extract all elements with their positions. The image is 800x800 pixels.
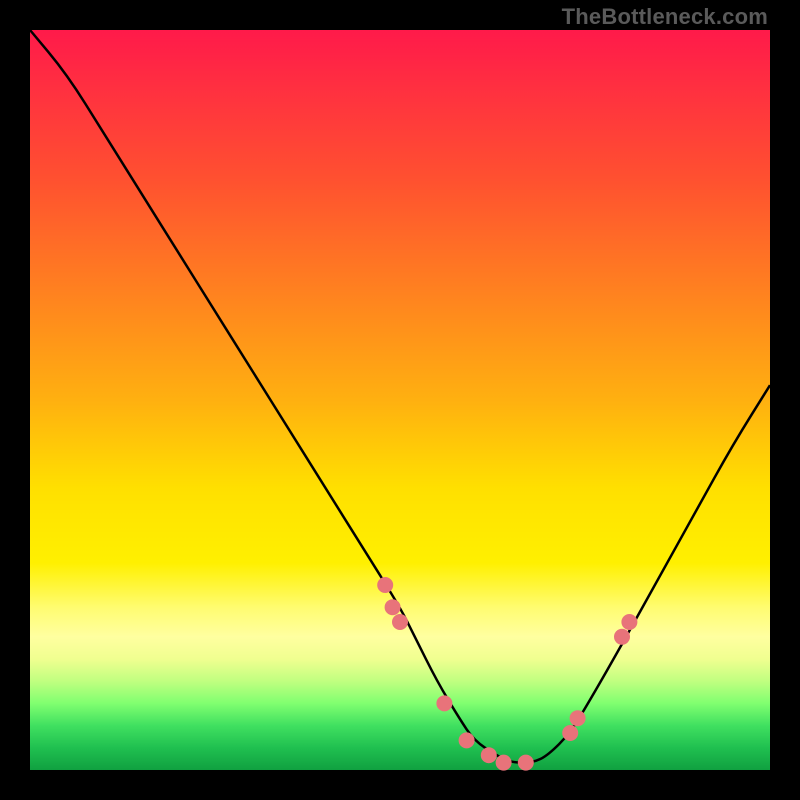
bottleneck-curve bbox=[30, 30, 770, 763]
highlight-dot bbox=[459, 732, 475, 748]
highlight-dot bbox=[621, 614, 637, 630]
highlight-dot bbox=[392, 614, 408, 630]
highlight-dot bbox=[562, 725, 578, 741]
chart-frame: TheBottleneck.com bbox=[0, 0, 800, 800]
highlight-dot bbox=[518, 755, 534, 771]
highlight-dot bbox=[614, 629, 630, 645]
watermark-text: TheBottleneck.com bbox=[562, 4, 768, 30]
highlight-dot bbox=[436, 695, 452, 711]
highlight-dot bbox=[570, 710, 586, 726]
dots-group bbox=[377, 577, 637, 771]
highlight-dot bbox=[377, 577, 393, 593]
highlight-dot bbox=[496, 755, 512, 771]
highlight-dot bbox=[481, 747, 497, 763]
chart-svg bbox=[30, 30, 770, 770]
highlight-dot bbox=[385, 599, 401, 615]
curve-group bbox=[30, 30, 770, 763]
